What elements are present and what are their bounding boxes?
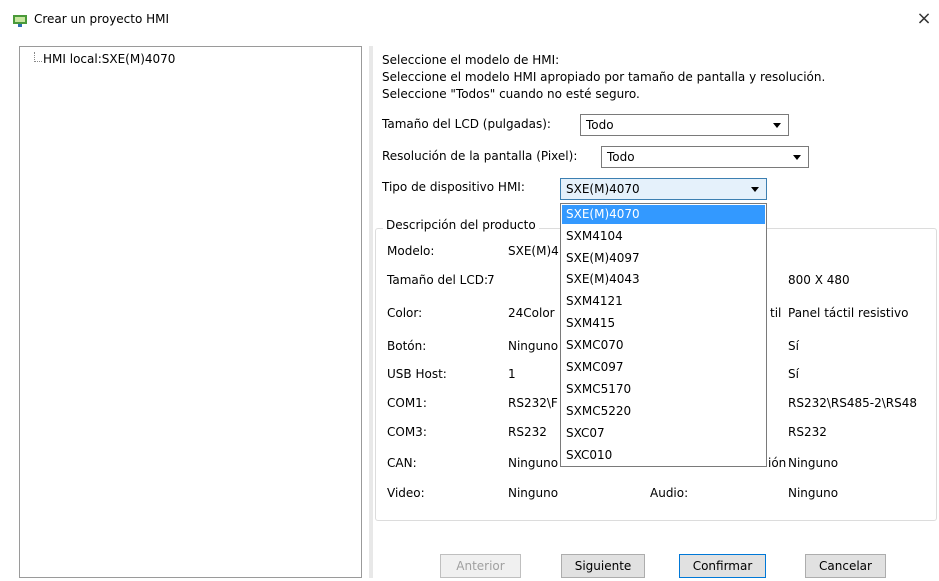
dropdown-option[interactable]: SXC07 [562, 424, 765, 443]
lcd-size-select[interactable]: Todo [580, 114, 789, 136]
dropdown-option[interactable]: SXC010 [562, 446, 765, 465]
spec-value-com4: RS232 [788, 425, 827, 439]
dropdown-option[interactable]: SXE(M)4043 [562, 270, 765, 289]
spec-label-usb-host: USB Host: [387, 367, 447, 381]
device-type-value: SXE(M)4070 [566, 182, 640, 196]
dropdown-option[interactable]: SXMC097 [562, 358, 765, 377]
spec-value-row5-right: Sí [788, 367, 799, 381]
instruction-line-2: Seleccione el modelo HMI apropiado por t… [382, 70, 826, 84]
instruction-line-3: Seleccione "Todos" cuando no esté seguro… [382, 87, 640, 101]
chevron-down-icon [751, 187, 759, 192]
spec-label-model: Modelo: [387, 244, 435, 258]
dropdown-option[interactable]: SXE(M)4070 [562, 205, 765, 224]
spec-value-can: Ninguno [508, 456, 559, 470]
chevron-down-icon [793, 155, 801, 160]
app-icon [13, 15, 27, 27]
close-button[interactable]: × [914, 9, 934, 29]
spec-value-resolution: 800 X 480 [788, 273, 850, 287]
previous-button[interactable]: Anterior [440, 554, 521, 578]
dropdown-option[interactable]: SXM4121 [562, 292, 765, 311]
spec-label-audio: Audio: [650, 486, 689, 500]
dropdown-option[interactable]: SXMC5220 [562, 402, 765, 421]
spec-label-row8-right: ión [768, 456, 787, 470]
device-type-dropdown-list: SXE(M)4070 SXM4104 SXE(M)4097 SXE(M)4043… [560, 203, 767, 467]
dropdown-option[interactable]: SXE(M)4097 [562, 249, 765, 268]
chevron-down-icon [773, 123, 781, 128]
title-bar: Crear un proyecto HMI × [0, 0, 939, 40]
resolution-select[interactable]: Todo [601, 146, 809, 168]
spec-value-color: 24Color [508, 306, 555, 320]
spec-label-can: CAN: [387, 456, 417, 470]
spec-value-video: Ninguno [508, 486, 559, 500]
product-description-legend: Descripción del producto [383, 218, 539, 232]
dropdown-option[interactable]: SXMC070 [562, 336, 765, 355]
tree-connector [34, 61, 42, 62]
splitter[interactable] [369, 46, 373, 578]
cancel-button[interactable]: Cancelar [805, 554, 886, 578]
dropdown-option[interactable]: SXMC5170 [562, 380, 765, 399]
spec-value-com3: RS232 [508, 425, 547, 439]
next-button[interactable]: Siguiente [561, 554, 645, 578]
spec-label-lcd-size: Tamaño del LCD: [387, 273, 488, 287]
device-type-label: Tipo de dispositivo HMI: [382, 180, 525, 194]
spec-value-usb-host: 1 [508, 367, 516, 381]
resolution-label: Resolución de la pantalla (Pixel): [382, 149, 578, 163]
resolution-value: Todo [607, 150, 635, 164]
spec-value-com1: RS232\F [508, 396, 558, 410]
instruction-line-1: Seleccione el modelo de HMI: [382, 53, 560, 67]
spec-label-com3: COM3: [387, 425, 427, 439]
spec-label-video: Video: [387, 486, 425, 500]
spec-label-touch: til [770, 306, 782, 320]
spec-value-button: Ninguno [508, 339, 559, 353]
tree-item-hmi-local[interactable]: HMI local:SXE(M)4070 [43, 52, 175, 66]
project-tree [19, 46, 362, 578]
confirm-button[interactable]: Confirmar [679, 554, 766, 578]
spec-value-model: SXE(M)4 [508, 244, 559, 258]
window-title: Crear un proyecto HMI [34, 12, 170, 26]
dropdown-option[interactable]: SXM415 [562, 314, 765, 333]
spec-value-touch: Panel táctil resistivo [788, 306, 909, 320]
dropdown-option[interactable]: SXM4104 [562, 227, 765, 246]
spec-value-lcd-size: 7 [487, 273, 495, 287]
device-type-select[interactable]: SXE(M)4070 [560, 178, 767, 200]
spec-value-audio: Ninguno [788, 486, 839, 500]
lcd-size-value: Todo [586, 118, 614, 132]
spec-value-row4-right: Sí [788, 339, 799, 353]
spec-label-color: Color: [387, 306, 423, 320]
lcd-size-label: Tamaño del LCD (pulgadas): [382, 117, 551, 131]
spec-value-row8-right: Ninguno [788, 456, 839, 470]
spec-label-button: Botón: [387, 339, 427, 353]
spec-label-com1: COM1: [387, 396, 427, 410]
spec-value-com2: RS232\RS485-2\RS48 [788, 396, 917, 410]
